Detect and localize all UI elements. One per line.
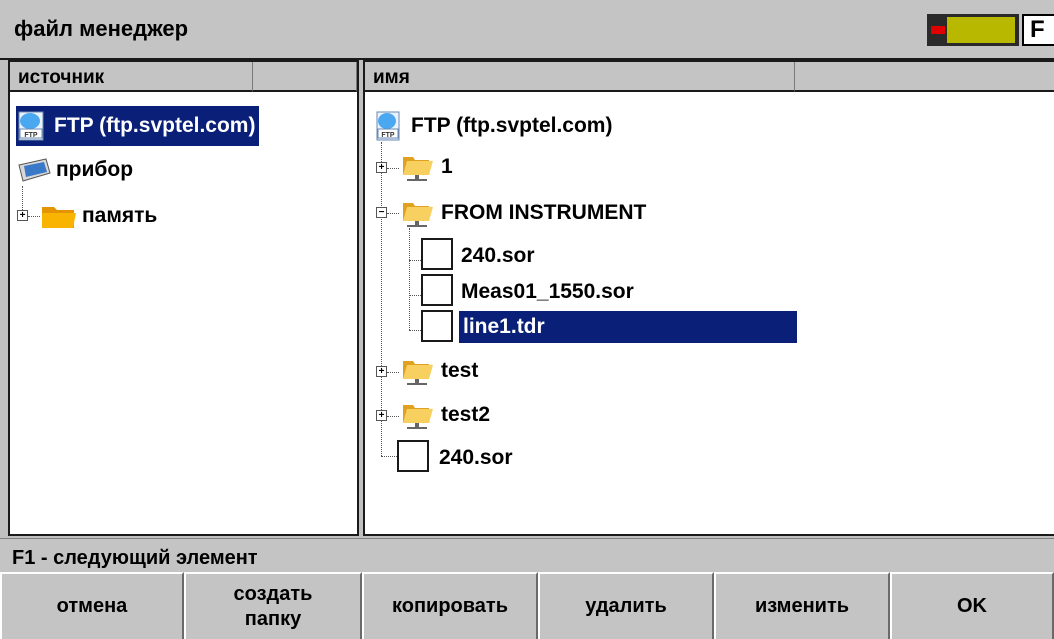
tree-folder-from-instrument[interactable]: FROM INSTRUMENT	[401, 196, 646, 230]
cancel-button[interactable]: отмена	[0, 572, 184, 639]
battery-level	[947, 17, 1015, 43]
expand-icon[interactable]: +	[376, 366, 387, 377]
source-panel[interactable]: источник FTP FTP (ftp.svptel.com) прибор…	[8, 60, 359, 536]
tree-node-label: 240.sor	[461, 244, 535, 267]
create-folder-label-line2: папку	[244, 607, 302, 630]
tree-folder-test[interactable]: test	[401, 354, 478, 388]
ftp-icon: FTP	[18, 111, 44, 141]
tree-root-ftp[interactable]: FTP FTP (ftp.svptel.com)	[375, 108, 612, 144]
network-folder-icon	[403, 157, 433, 181]
ok-button[interactable]: OK	[890, 572, 1054, 639]
create-folder-button[interactable]: создать папку	[184, 572, 362, 639]
source-item-memory[interactable]: память	[40, 198, 157, 234]
svg-text:FTP: FTP	[24, 132, 38, 139]
tree-file-240-sor[interactable]: 240.sor	[461, 242, 535, 270]
source-header-extra	[253, 62, 357, 92]
function-button-bar: отмена создать папку копировать удалить …	[0, 572, 1054, 639]
tree-node-label: line1.tdr	[463, 315, 545, 338]
tree-node-label: test	[441, 359, 479, 382]
tree-file-line1-tdr[interactable]: line1.tdr	[459, 311, 797, 343]
source-header[interactable]: источник	[10, 62, 253, 92]
name-header-extra	[795, 62, 1054, 92]
collapse-icon[interactable]: −	[376, 207, 387, 218]
battery-low-marker	[931, 26, 945, 34]
title-bar: файл менеджер F	[0, 0, 1054, 60]
ftp-icon: FTP	[376, 111, 400, 141]
file-icon	[421, 274, 453, 306]
folder-icon	[42, 207, 76, 228]
copy-button[interactable]: копировать	[362, 572, 538, 639]
tree-node-label: 1	[441, 155, 453, 178]
tree-node-label: FTP (ftp.svptel.com)	[411, 114, 613, 137]
file-icon	[421, 238, 453, 270]
expand-icon[interactable]: +	[376, 162, 387, 173]
file-icon	[397, 440, 429, 472]
status-text: F1 - следующий элемент	[12, 547, 258, 569]
tree-node-label: test2	[441, 403, 491, 426]
device-icon	[18, 158, 51, 182]
name-header[interactable]: имя	[365, 62, 795, 92]
network-folder-icon	[403, 203, 433, 227]
tree-node-label: Meas01_1550.sor	[461, 280, 634, 303]
status-bar: F1 - следующий элемент	[0, 538, 1054, 572]
tree-folder-1[interactable]: 1	[401, 150, 453, 184]
tree-file-240-sor-root[interactable]: 240.sor	[439, 444, 513, 472]
file-icon	[421, 310, 453, 342]
modify-button[interactable]: изменить	[714, 572, 890, 639]
expand-icon[interactable]: +	[376, 410, 387, 421]
source-item-label: прибор	[56, 158, 134, 181]
network-folder-icon	[403, 405, 433, 429]
tree-folder-test2[interactable]: test2	[401, 398, 490, 432]
tree-node-label: FROM INSTRUMENT	[441, 201, 647, 224]
source-item-device[interactable]: прибор	[16, 152, 133, 188]
battery-indicator	[927, 14, 1019, 46]
file-tree-panel[interactable]: имя FTP FTP (ftp.svptel.com) + 1 − FROM …	[363, 60, 1054, 536]
source-item-ftp[interactable]: FTP FTP (ftp.svptel.com)	[16, 106, 260, 146]
window-title: файл менеджер	[14, 16, 189, 41]
source-item-label: память	[82, 204, 158, 227]
source-item-label: FTP (ftp.svptel.com)	[54, 114, 256, 137]
network-folder-icon	[403, 361, 433, 385]
expand-icon[interactable]: +	[17, 210, 28, 221]
tree-file-meas01[interactable]: Meas01_1550.sor	[461, 278, 634, 306]
svg-text:FTP: FTP	[381, 132, 395, 139]
delete-button[interactable]: удалить	[538, 572, 714, 639]
tree-node-label: 240.sor	[439, 446, 513, 469]
create-folder-label-line1: создать	[233, 582, 313, 605]
function-key-indicator: F	[1022, 14, 1054, 46]
